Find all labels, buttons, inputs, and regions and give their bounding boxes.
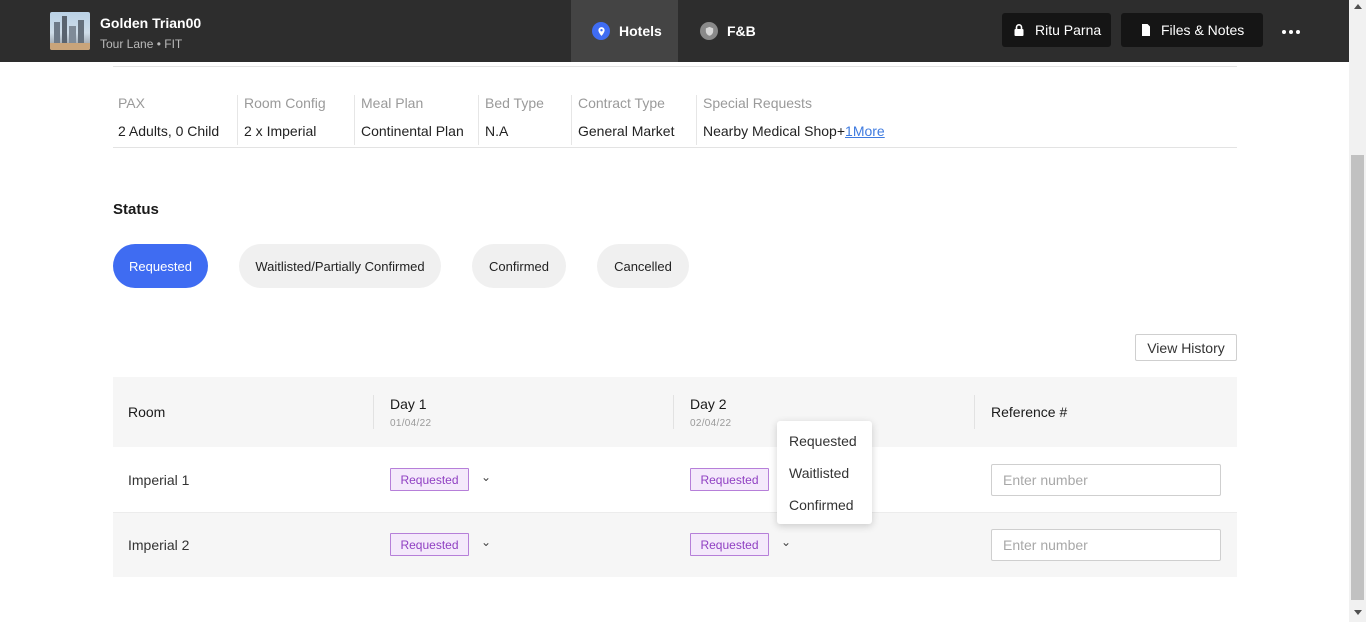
column-title: Room xyxy=(128,404,166,420)
room-name: Imperial 2 xyxy=(128,537,190,553)
dropdown-option-confirmed[interactable]: Confirmed xyxy=(777,493,872,525)
detail-value: 2 Adults, 0 Child xyxy=(118,123,220,139)
status-option-cancelled[interactable]: Cancelled xyxy=(597,244,689,288)
column-header-room: Room xyxy=(128,377,165,447)
dropdown-option-waitlisted[interactable]: Waitlisted xyxy=(777,461,872,493)
table-header: Room Day 1 01/04/22 Day 2 02/04/22 Refer… xyxy=(113,377,1237,447)
chevron-down-icon[interactable]: ⌄ xyxy=(781,535,791,549)
room-name: Imperial 1 xyxy=(128,472,190,488)
detail-meal-plan: Meal Plan Continental Plan xyxy=(354,95,464,145)
scroll-down-arrow-icon[interactable] xyxy=(1354,610,1362,615)
table-row: Imperial 1 Requested ⌄ Requested xyxy=(113,447,1237,512)
detail-value: N.A xyxy=(485,123,509,139)
status-option-waitlisted[interactable]: Waitlisted/Partially Confirmed xyxy=(239,244,441,288)
column-title: Day 2 xyxy=(690,396,727,412)
more-options-icon[interactable] xyxy=(1279,20,1303,44)
detail-special-requests: Special Requests Nearby Medical Shop+1Mo… xyxy=(696,95,885,145)
user-button[interactable]: Ritu Parna xyxy=(1002,13,1111,47)
day1-status-badge[interactable]: Requested xyxy=(390,468,469,491)
detail-pax: PAX 2 Adults, 0 Child xyxy=(118,95,219,139)
detail-label: Meal Plan xyxy=(361,95,424,111)
lock-icon xyxy=(1014,24,1024,36)
day1-status-badge[interactable]: Requested xyxy=(390,533,469,556)
chevron-down-icon[interactable]: ⌄ xyxy=(481,470,491,484)
column-header-day2: Day 2 02/04/22 xyxy=(673,395,731,429)
detail-value: General Market xyxy=(578,123,675,139)
detail-label: Bed Type xyxy=(485,95,544,111)
column-header-reference: Reference # xyxy=(974,395,1067,429)
detail-bed-type: Bed Type N.A xyxy=(478,95,544,145)
more-requests-link[interactable]: 1More xyxy=(845,123,885,139)
detail-label: Special Requests xyxy=(703,95,812,111)
day2-status-badge[interactable]: Requested xyxy=(690,533,769,556)
trip-thumbnail xyxy=(50,12,90,50)
chevron-down-icon[interactable]: ⌄ xyxy=(481,535,491,549)
status-heading: Status xyxy=(113,201,159,218)
tab-fnb[interactable]: F&B xyxy=(700,0,770,62)
top-navigation-bar: Golden Trian00 Tour Lane • FIT Hotels F&… xyxy=(0,0,1349,62)
detail-room-config: Room Config 2 x Imperial xyxy=(237,95,326,145)
tab-fnb-label: F&B xyxy=(727,23,756,39)
tab-hotels[interactable]: Hotels xyxy=(571,0,678,62)
shield-icon xyxy=(700,22,718,40)
status-dropdown-menu: Requested Waitlisted Confirmed xyxy=(777,421,872,524)
location-pin-icon xyxy=(592,22,610,40)
scroll-up-arrow-icon[interactable] xyxy=(1354,4,1362,9)
column-title: Day 1 xyxy=(390,396,427,412)
day2-status-badge[interactable]: Requested xyxy=(690,468,769,491)
detail-value: Continental Plan xyxy=(361,123,464,139)
detail-label: Contract Type xyxy=(578,95,665,111)
special-request-text: Nearby Medical Shop+ xyxy=(703,123,846,139)
scrollbar-thumb[interactable] xyxy=(1351,155,1364,600)
view-history-button[interactable]: View History xyxy=(1135,334,1237,361)
column-date: 01/04/22 xyxy=(390,418,432,429)
section-divider xyxy=(113,147,1237,148)
detail-label: Room Config xyxy=(244,95,326,111)
detail-label: PAX xyxy=(118,95,145,111)
trip-subtitle: Tour Lane • FIT xyxy=(100,37,183,51)
column-date: 02/04/22 xyxy=(690,418,732,429)
files-notes-label: Files & Notes xyxy=(1161,22,1245,38)
column-header-day1: Day 1 01/04/22 xyxy=(373,395,431,429)
section-divider xyxy=(113,62,1237,67)
tab-hotels-label: Hotels xyxy=(619,23,662,39)
status-option-confirmed[interactable]: Confirmed xyxy=(472,244,566,288)
document-icon xyxy=(1142,24,1150,36)
detail-value: Nearby Medical Shop+1More xyxy=(703,123,885,139)
status-option-requested[interactable]: Requested xyxy=(113,244,208,288)
detail-contract-type: Contract Type General Market xyxy=(571,95,674,145)
reference-number-input[interactable] xyxy=(991,529,1221,561)
user-button-label: Ritu Parna xyxy=(1035,22,1102,38)
trip-title: Golden Trian00 xyxy=(100,15,202,31)
column-title: Reference # xyxy=(991,404,1068,420)
table-row: Imperial 2 Requested ⌄ Requested ⌄ xyxy=(113,512,1237,577)
detail-value: 2 x Imperial xyxy=(244,123,317,139)
files-notes-button[interactable]: Files & Notes xyxy=(1121,13,1263,47)
dropdown-option-requested[interactable]: Requested xyxy=(777,429,872,461)
reference-number-input[interactable] xyxy=(991,464,1221,496)
